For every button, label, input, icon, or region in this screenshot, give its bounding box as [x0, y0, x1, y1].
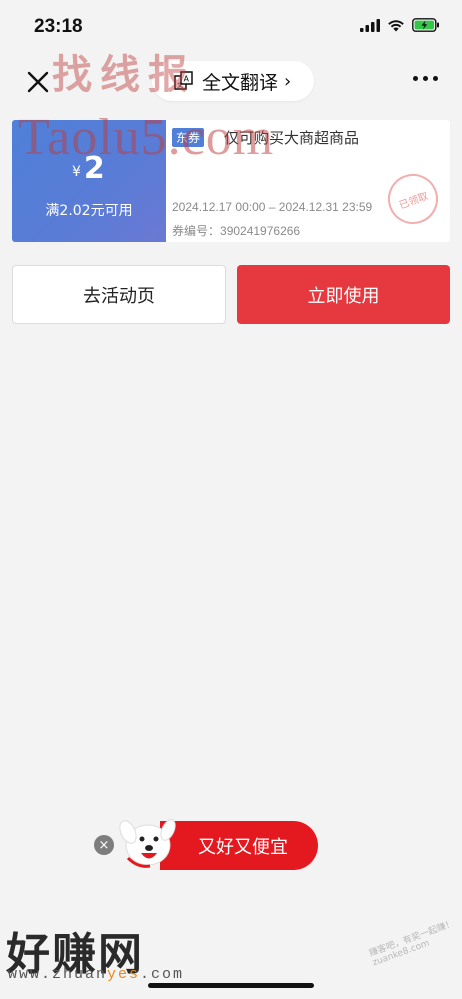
coupon-code-value: 390241976266 [220, 224, 301, 238]
more-options-button[interactable] [413, 76, 438, 81]
mascot-dog-icon [119, 819, 176, 868]
go-to-activity-button[interactable]: 去活动页 [12, 265, 226, 324]
coupon-code: 券编号：390241976266 [172, 222, 300, 239]
more-dot-icon [423, 76, 428, 81]
translate-label: 全文翻译 [202, 72, 279, 94]
watermark-mid: Taolu5.com [18, 109, 275, 166]
claimed-stamp: 已领取 [380, 166, 446, 232]
watermark-small: 赚客吧，有奖一起赚！ zuanke8.com [367, 918, 456, 969]
coupon-condition: 满2.02元可用 [45, 203, 133, 219]
close-button[interactable] [24, 68, 52, 96]
coupon-validity: 2024.12.17 00:00 – 2024.12.31 23:59 [172, 200, 373, 214]
promo-banner[interactable]: 又好又便宜 [160, 821, 318, 870]
promo-close-button[interactable]: × [94, 835, 114, 855]
watermark-url-highlight: yes [107, 966, 141, 983]
close-icon [27, 71, 49, 93]
use-now-button[interactable]: 立即使用 [237, 265, 450, 324]
battery-charging-icon [412, 18, 439, 32]
watermark-url-part: www.zhuan [8, 966, 108, 983]
status-icons [360, 18, 440, 32]
promo-text: 又好又便宜 [198, 836, 288, 858]
more-dot-icon [413, 76, 418, 81]
chevron-right-icon: › [284, 70, 292, 92]
home-indicator[interactable] [148, 983, 314, 988]
watermark-top: 找线报 [52, 52, 196, 98]
watermark-url: www.zhuanyes.com [8, 966, 184, 983]
watermark-url-part: .com [140, 966, 185, 983]
wifi-icon [388, 19, 404, 31]
claimed-stamp-label: 已领取 [397, 190, 430, 212]
more-dot-icon [433, 76, 438, 81]
signal-icon [360, 18, 380, 32]
status-time: 23:18 [34, 16, 83, 37]
coupon-code-label: 券编号： [172, 224, 221, 238]
